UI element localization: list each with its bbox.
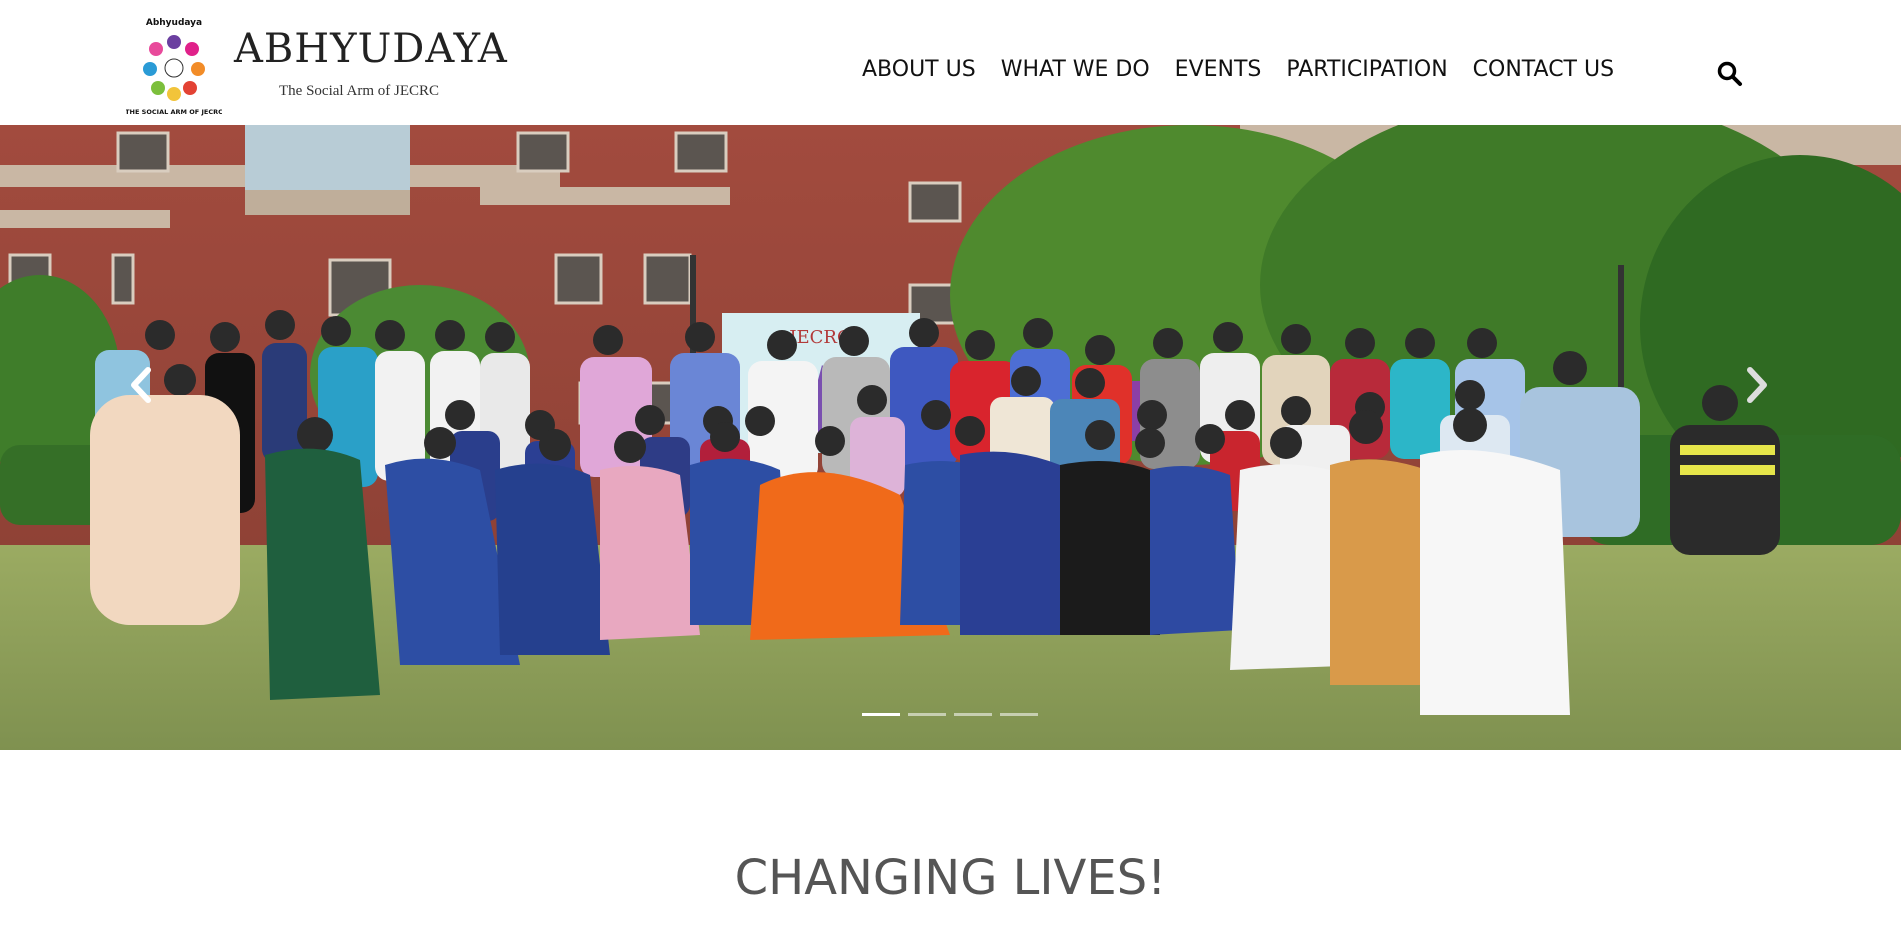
logo-ring-text: THE SOCIAL ARM OF JECRC [126,108,222,116]
chevron-right-icon[interactable] [1736,360,1776,410]
nav-about-us[interactable]: ABOUT US [862,56,976,86]
chevron-left-icon[interactable] [122,360,162,410]
main-nav: ABOUT US WHAT WE DO EVENTS PARTICIPATION… [862,56,1639,86]
section-heading: CHANGING LIVES! [734,850,1167,906]
site-title[interactable]: ABHYUDAYA [234,26,508,72]
slider-indicators [862,713,1038,716]
slide-indicator-2[interactable] [908,713,946,716]
slide-indicator-1[interactable] [862,713,900,716]
search-icon[interactable] [1716,60,1744,88]
slide-indicator-4[interactable] [1000,713,1038,716]
hero-group-photo: JECRC [0,125,1901,750]
hero-slider[interactable]: JECRC [0,125,1901,750]
nav-events[interactable]: EVENTS [1175,56,1262,86]
abhyudaya-logo[interactable]: Abhyudaya THE SOCIAL ARM OF JECRC [126,14,222,118]
site-header: Abhyudaya THE SOCIAL ARM OF JECRC ABHYUD… [0,0,1901,125]
site-tagline: The Social Arm of JECRC [279,83,439,99]
slide-indicator-3[interactable] [954,713,992,716]
nav-contact-us[interactable]: CONTACT US [1473,56,1614,86]
nav-what-we-do[interactable]: WHAT WE DO [1001,56,1150,86]
logo-top-text: Abhyudaya [146,18,202,28]
nav-participation[interactable]: PARTICIPATION [1286,56,1447,86]
